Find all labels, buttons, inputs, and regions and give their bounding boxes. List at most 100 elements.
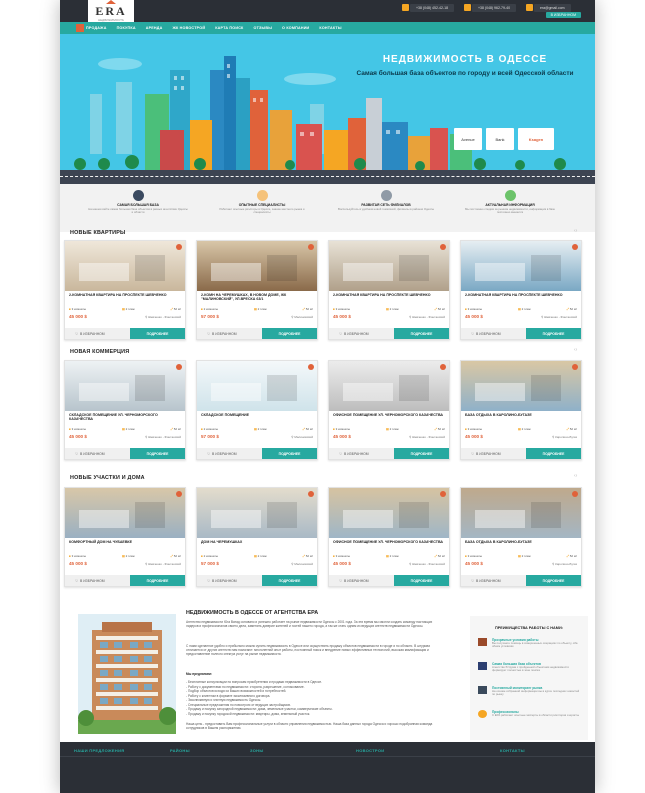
nav-item-about[interactable]: О КОМПАНИИ — [282, 26, 309, 30]
listing-title[interactable]: 2-КОМНАТНАЯ КВАРТИРА НА ПРОСПЕКТЕ ШЕВЧЕН… — [461, 291, 581, 305]
video-icon[interactable] — [440, 364, 446, 370]
nav-item-map-search[interactable]: КАРТА ПОИСК — [215, 26, 243, 30]
listing-title[interactable]: 2-КОМНАТНАЯ КВАРТИРА НА ПРОСПЕКТЕ ШЕВЧЕН… — [329, 291, 449, 305]
partner-logo-ksagen[interactable]: Ksagen — [518, 128, 554, 150]
footer-link-offers[interactable]: НАШИ ПРЕДЛОЖЕНИЯ — [74, 748, 124, 753]
listing-photo[interactable] — [197, 488, 317, 538]
listing-photo[interactable] — [329, 241, 449, 291]
video-icon[interactable] — [440, 244, 446, 250]
listing-title[interactable]: ОФИСНОЕ ПОМЕЩЕНИЕ УЛ. ЧЕРНОМОРСКОГО КАЗА… — [329, 411, 449, 425]
listing-photo[interactable] — [197, 361, 317, 411]
listing-card[interactable]: СКЛАДСКОЕ ПОМЕЩЕНИЕ ■ 2 комнаты ▤ 2 этаж ⤢ … — [196, 360, 318, 460]
listing-title[interactable]: 2-КОМН НА ЧЕРЕМУШКАХ, В НОВОМ ДОМЕ, ЖК "… — [197, 291, 317, 305]
details-button[interactable]: ПОДРОБНЕЕ — [262, 575, 317, 586]
phone-1[interactable]: +38 (048) 452-42-18 — [410, 4, 455, 12]
video-icon[interactable] — [572, 244, 578, 250]
listing-meta: ■ 3 комнаты ▤ 2 этаж ⤢ 52 м² — [461, 305, 581, 313]
listing-card[interactable]: ОФИСНОЕ ПОМЕЩЕНИЕ УЛ. ЧЕРНОМОРСКОГО КАЗА… — [328, 487, 450, 587]
video-icon[interactable] — [176, 364, 182, 370]
nav-item-contacts[interactable]: КОНТАКТЫ — [319, 26, 341, 30]
footer-link-districts[interactable]: РАЙОНЫ — [170, 748, 190, 753]
carousel-arrows-icon[interactable]: ‹› — [574, 347, 577, 353]
listing-card[interactable]: ОФИСНОЕ ПОМЕЩЕНИЕ УЛ. ЧЕРНОМОРСКОГО КАЗА… — [328, 360, 450, 460]
details-button[interactable]: ПОДРОБНЕЕ — [526, 575, 581, 586]
listing-card[interactable]: 2-КОМН НА ЧЕРЕМУШКАХ, В НОВОМ ДОМЕ, ЖК "… — [196, 240, 318, 340]
nav-item-new-buildings[interactable]: ЖК НОВОСТРОЙ — [172, 26, 205, 30]
footer-link-contacts[interactable]: КОНТАКТЫ — [500, 748, 525, 753]
partner-logo-bank[interactable]: Bank — [486, 128, 514, 150]
listing-title[interactable]: ДОМ НА ЧЕРЕМУШКАХ — [197, 538, 317, 552]
phone-2[interactable]: +38 (048) 962-79-40 — [472, 4, 517, 12]
listing-title[interactable]: КОМФОРТНЫЙ ДОМ НА ЧУБАЕВКЕ — [65, 538, 185, 552]
home-icon[interactable] — [76, 24, 84, 32]
add-to-favorites-button[interactable]: ♡ В ИЗБРАННОМ — [197, 448, 262, 459]
nav-item-rent[interactable]: АРЕНДА — [146, 26, 163, 30]
listing-title[interactable]: 2-КОМНАТНАЯ КВАРТИРА НА ПРОСПЕКТЕ ШЕВЧЕН… — [65, 291, 185, 305]
add-to-favorites-button[interactable]: ♡ В ИЗБРАННОМ — [197, 328, 262, 339]
details-button[interactable]: ПОДРОБНЕЕ — [526, 328, 581, 339]
video-icon[interactable] — [440, 491, 446, 497]
footer-link-new-buildings[interactable]: НОВОСТРОИ — [356, 748, 384, 753]
listing-photo[interactable] — [329, 488, 449, 538]
video-icon[interactable] — [572, 491, 578, 497]
details-button[interactable]: ПОДРОБНЕЕ — [394, 448, 449, 459]
listing-photo[interactable] — [65, 241, 185, 291]
video-icon[interactable] — [176, 491, 182, 497]
listing-card[interactable]: БАЗА ОТДЫХА В КАРОЛИНО-БУГАЗЕ ■ 3 комнаты… — [460, 487, 582, 587]
video-icon[interactable] — [176, 244, 182, 250]
feature-desc: На нашем сайте самая большая база объект… — [88, 207, 188, 215]
listing-photo[interactable] — [461, 361, 581, 411]
listing-title[interactable]: БАЗА ОТДЫХА В КАРОЛИНО-БУГАЗЕ — [461, 538, 581, 552]
details-button[interactable]: ПОДРОБНЕЕ — [262, 448, 317, 459]
video-icon[interactable] — [308, 491, 314, 497]
add-to-favorites-button[interactable]: ♡ В ИЗБРАННОМ — [461, 575, 526, 586]
listing-title[interactable]: БАЗА ОТДЫХА В КАРОЛИНО-БУГАЗЕ — [461, 411, 581, 425]
listing-title[interactable]: СКЛАДСКОЕ ПОМЕЩЕНИЕ — [197, 411, 317, 425]
add-to-favorites-button[interactable]: ♡ В ИЗБРАННОМ — [65, 328, 130, 339]
details-button[interactable]: ПОДРОБНЕЕ — [130, 575, 185, 586]
add-to-favorites-button[interactable]: ♡ В ИЗБРАННОМ — [461, 328, 526, 339]
listing-photo[interactable] — [197, 241, 317, 291]
video-icon[interactable] — [308, 244, 314, 250]
carousel-arrows-icon[interactable]: ‹› — [574, 228, 577, 234]
details-button[interactable]: ПОДРОБНЕЕ — [526, 448, 581, 459]
details-button[interactable]: ПОДРОБНЕЕ — [130, 328, 185, 339]
partner-logo-avenue[interactable]: Avenue — [454, 128, 482, 150]
nav-item-sale[interactable]: ПРОДАЖА — [86, 26, 107, 30]
logo[interactable]: ERA НЕДВИЖИМОСТЬ — [88, 0, 134, 24]
carousel-arrows-icon[interactable]: ‹› — [574, 473, 577, 479]
details-button[interactable]: ПОДРОБНЕЕ — [394, 575, 449, 586]
add-to-favorites-button[interactable]: ♡ В ИЗБРАННОМ — [329, 328, 394, 339]
add-to-favorites-button[interactable]: ♡ В ИЗБРАННОМ — [329, 575, 394, 586]
video-icon[interactable] — [308, 364, 314, 370]
listing-photo[interactable] — [65, 361, 185, 411]
add-to-favorites-button[interactable]: ♡ В ИЗБРАННОМ — [461, 448, 526, 459]
add-to-favorites-button[interactable]: ♡ В ИЗБРАННОМ — [65, 575, 130, 586]
add-to-favorites-button[interactable]: ♡ В ИЗБРАННОМ — [197, 575, 262, 586]
details-button[interactable]: ПОДРОБНЕЕ — [394, 328, 449, 339]
listing-card[interactable]: 2-КОМНАТНАЯ КВАРТИРА НА ПРОСПЕКТЕ ШЕВЧЕН… — [460, 240, 582, 340]
favorites-button[interactable]: В ИЗБРАННОМ — [545, 12, 581, 18]
listing-photo[interactable] — [329, 361, 449, 411]
listing-card[interactable]: КОМФОРТНЫЙ ДОМ НА ЧУБАЕВКЕ ■ 3 комнаты ▤ 2… — [64, 487, 186, 587]
add-to-favorites-button[interactable]: ♡ В ИЗБРАННОМ — [65, 448, 130, 459]
listing-title[interactable]: СКЛАДСКОЕ ПОМЕЩЕНИЕ УЛ. ЧЕРНОМОРСКОГО КА… — [65, 411, 185, 425]
listing-photo[interactable] — [461, 488, 581, 538]
listing-photo[interactable] — [461, 241, 581, 291]
footer-link-zones[interactable]: ЗОНЫ — [250, 748, 264, 753]
listing-card[interactable]: БАЗА ОТДЫХА В КАРОЛИНО-БУГАЗЕ ■ 3 комнаты… — [460, 360, 582, 460]
listing-photo[interactable] — [65, 488, 185, 538]
video-icon[interactable] — [572, 364, 578, 370]
email-link[interactable]: era@gmail.com — [534, 4, 571, 12]
nav-item-buy[interactable]: ПОКУПКА — [117, 26, 136, 30]
details-button[interactable]: ПОДРОБНЕЕ — [262, 328, 317, 339]
add-to-favorites-button[interactable]: ♡ В ИЗБРАННОМ — [329, 448, 394, 459]
listing-card[interactable]: СКЛАДСКОЕ ПОМЕЩЕНИЕ УЛ. ЧЕРНОМОРСКОГО КА… — [64, 360, 186, 460]
listing-card[interactable]: ДОМ НА ЧЕРЕМУШКАХ ■ 2 комнаты ▤ 2 этаж ⤢ 52… — [196, 487, 318, 587]
details-button[interactable]: ПОДРОБНЕЕ — [130, 448, 185, 459]
listing-title[interactable]: ОФИСНОЕ ПОМЕЩЕНИЕ УЛ. ЧЕРНОМОРСКОГО КАЗА… — [329, 538, 449, 552]
listing-card[interactable]: 2-КОМНАТНАЯ КВАРТИРА НА ПРОСПЕКТЕ ШЕВЧЕН… — [328, 240, 450, 340]
nav-item-reviews[interactable]: ОТЗЫВЫ — [254, 26, 273, 30]
listing-card[interactable]: 2-КОМНАТНАЯ КВАРТИРА НА ПРОСПЕКТЕ ШЕВЧЕН… — [64, 240, 186, 340]
top-bar: ERA НЕДВИЖИМОСТЬ +38 (048) 452-42-18 +38… — [60, 0, 595, 24]
